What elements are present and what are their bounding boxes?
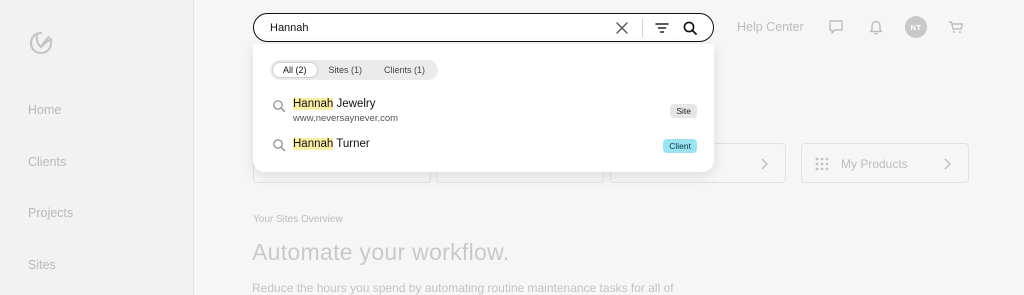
chevron-right-icon: [761, 158, 768, 170]
result-title-rest: Jewelry: [333, 98, 376, 110]
cart-icon[interactable]: [946, 17, 966, 37]
chat-bubble-icon[interactable]: [826, 17, 846, 37]
headline: Automate your workflow.: [252, 239, 510, 265]
search-divider: [642, 19, 643, 37]
sidebar-item-clients[interactable]: Clients: [28, 155, 66, 169]
app-root: Home Clients Projects Sites Help Center …: [0, 0, 1024, 295]
result-title-rest: Turner: [333, 138, 370, 150]
tab-sites[interactable]: Sites (1): [318, 62, 374, 78]
grid-icon: [815, 157, 829, 171]
sidebar-item-home[interactable]: Home: [28, 103, 61, 117]
sidebar: Home Clients Projects Sites: [0, 0, 194, 295]
search-icon[interactable]: [682, 20, 698, 36]
bell-icon[interactable]: [866, 17, 886, 37]
my-products-card[interactable]: My Products: [801, 143, 969, 183]
user-avatar[interactable]: NT: [905, 16, 927, 38]
search-result-item[interactable]: Hannah Jewelry www.neversaynever.com Sit…: [253, 96, 714, 128]
result-filter-tabs: All (2) Sites (1) Clients (1): [270, 60, 439, 80]
search-results-dropdown: All (2) Sites (1) Clients (1) Hannah Jew…: [253, 44, 714, 172]
chevron-right-icon: [944, 158, 951, 170]
search-icon: [273, 139, 286, 152]
search-input[interactable]: [270, 19, 600, 36]
sidebar-item-projects[interactable]: Projects: [28, 206, 73, 220]
tab-clients[interactable]: Clients (1): [373, 62, 436, 78]
search-result-item[interactable]: Hannah Turner Client: [253, 136, 714, 168]
result-title: Hannah Turner: [293, 138, 370, 150]
filter-icon[interactable]: [654, 20, 670, 36]
global-search[interactable]: [253, 13, 714, 42]
result-title: Hannah Jewelry: [293, 98, 375, 110]
tab-all[interactable]: All (2): [272, 62, 318, 78]
result-type-badge: Site: [670, 104, 697, 118]
result-highlight: Hannah: [293, 98, 334, 110]
brand-logo-icon[interactable]: [27, 29, 55, 57]
sidebar-item-sites[interactable]: Sites: [28, 258, 56, 272]
result-highlight: Hannah: [293, 138, 334, 150]
result-subtitle: www.neversaynever.com: [293, 113, 399, 124]
subline: Reduce the hours you spend by automating…: [252, 281, 674, 295]
my-products-label: My Products: [841, 157, 908, 171]
clear-x-icon[interactable]: [614, 20, 630, 36]
help-center-link[interactable]: Help Center: [737, 20, 804, 34]
result-type-badge: Client: [663, 139, 697, 153]
section-label: Your Sites Overview: [253, 214, 343, 225]
search-icon: [273, 100, 286, 113]
